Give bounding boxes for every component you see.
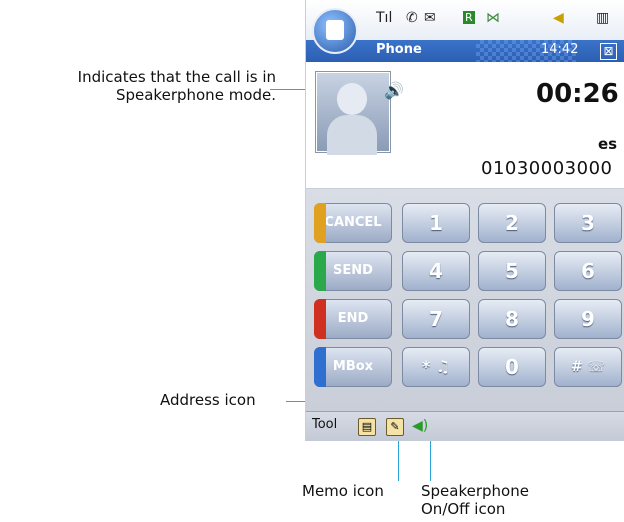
end-button-label: END bbox=[337, 311, 369, 326]
message-icon: ✉ bbox=[424, 10, 436, 26]
close-icon[interactable]: ⊠ bbox=[600, 43, 617, 60]
battery-icon: ▥ bbox=[596, 10, 610, 26]
roaming-icon: R bbox=[463, 11, 475, 24]
mbox-button[interactable]: MBox bbox=[314, 347, 392, 387]
toolbar: Tool ▤ ✎ ◀) bbox=[306, 411, 624, 441]
speakerphone-toggle-annotation-text: Speakerphone On/Off icon bbox=[421, 482, 529, 518]
volume-icon: ◀ bbox=[553, 10, 564, 26]
key-star[interactable]: * ♫ bbox=[402, 347, 470, 387]
speakerphone-mode-icon: 🔊 bbox=[384, 81, 404, 100]
key-1[interactable]: 1 bbox=[402, 203, 470, 243]
key-6[interactable]: 6 bbox=[554, 251, 622, 291]
window-title: Phone bbox=[376, 42, 422, 57]
speakerphone-toggle-icon[interactable]: ◀) bbox=[412, 418, 428, 434]
speaker-mode-annotation-text: Indicates that the call is in Speakerpho… bbox=[77, 68, 276, 104]
speaker-mode-annotation: Indicates that the call is in Speakerpho… bbox=[6, 68, 276, 104]
caller-name: es bbox=[598, 135, 618, 153]
memo-icon-annotation: Memo icon bbox=[302, 482, 384, 500]
key-7[interactable]: 7 bbox=[402, 299, 470, 339]
address-icon[interactable]: ▤ bbox=[358, 418, 376, 436]
memo-icon[interactable]: ✎ bbox=[386, 418, 404, 436]
clock: 14:42 bbox=[541, 42, 579, 57]
key-hash[interactable]: # ☏ bbox=[554, 347, 622, 387]
caller-avatar bbox=[315, 71, 391, 155]
call-icon: ✆ bbox=[406, 10, 418, 26]
phone-app-icon[interactable] bbox=[312, 8, 358, 54]
send-button-label: SEND bbox=[333, 263, 373, 278]
cancel-button[interactable]: CANCEL bbox=[314, 203, 392, 243]
speakerphone-toggle-annotation: Speakerphone On/Off icon bbox=[421, 482, 571, 518]
call-timer: 00:26 bbox=[536, 79, 619, 109]
key-2[interactable]: 2 bbox=[478, 203, 546, 243]
key-8[interactable]: 8 bbox=[478, 299, 546, 339]
key-5[interactable]: 5 bbox=[478, 251, 546, 291]
key-9[interactable]: 9 bbox=[554, 299, 622, 339]
speakerphone-toggle-leader bbox=[430, 437, 431, 481]
phone-screen: Tıl ✆ ✉ R ⋈ ◀ ▥ Phone 14:42 ⊠ 🔊 00:26 es… bbox=[305, 0, 624, 441]
send-button[interactable]: SEND bbox=[314, 251, 392, 291]
end-button[interactable]: END bbox=[314, 299, 392, 339]
cancel-button-label: CANCEL bbox=[324, 215, 382, 230]
address-icon-annotation: Address icon bbox=[160, 391, 256, 409]
tool-menu[interactable]: Tool bbox=[312, 417, 337, 432]
caller-number: 01030003000 bbox=[481, 158, 613, 179]
signal-icon: Tıl bbox=[376, 10, 393, 26]
key-4[interactable]: 4 bbox=[402, 251, 470, 291]
key-0[interactable]: 0 bbox=[478, 347, 546, 387]
bluetooth-icon: ⋈ bbox=[486, 10, 500, 26]
mbox-button-label: MBox bbox=[332, 359, 374, 374]
memo-icon-leader bbox=[398, 437, 399, 481]
key-3[interactable]: 3 bbox=[554, 203, 622, 243]
